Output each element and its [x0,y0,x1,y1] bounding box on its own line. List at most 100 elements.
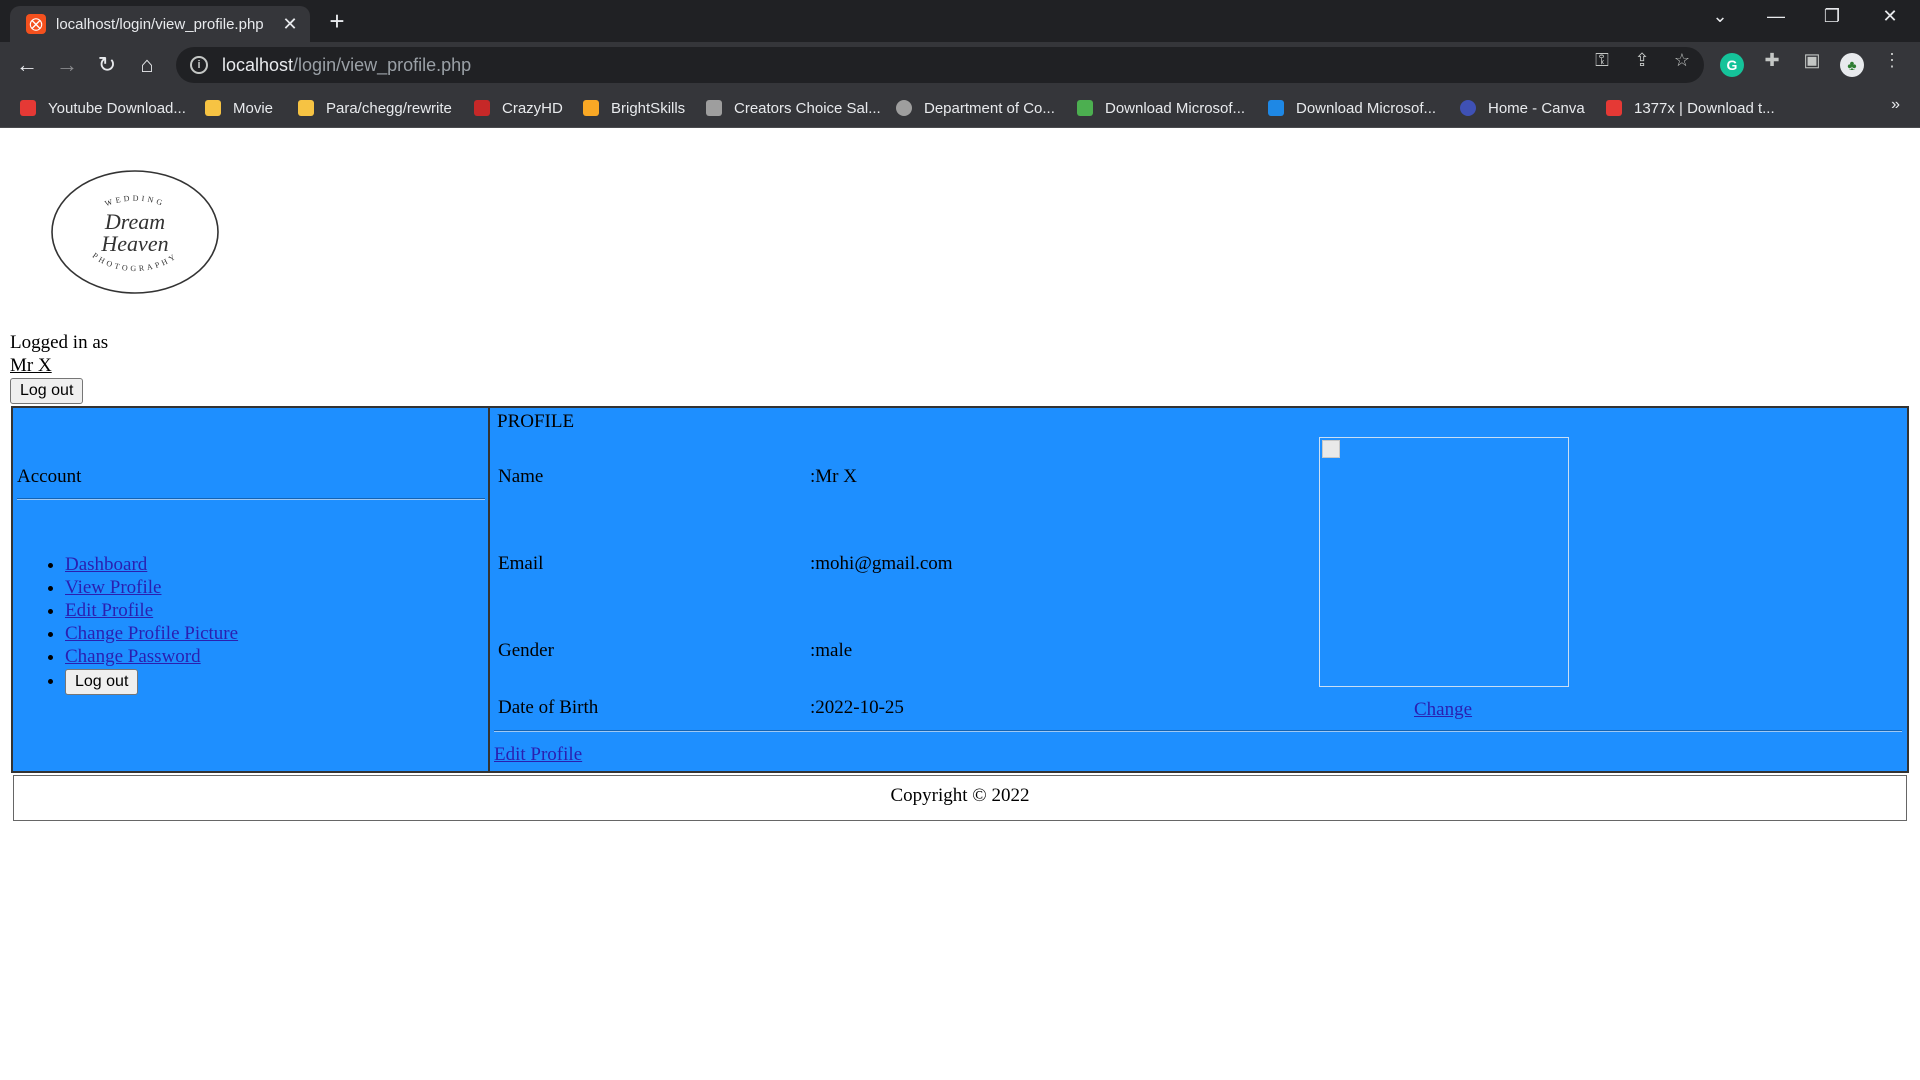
bookmark-folder[interactable]: Movie [205,96,273,120]
globe-icon [896,100,912,116]
grammarly-icon[interactable]: G [1720,53,1744,77]
edit-profile-bottom-link[interactable]: Edit Profile [494,744,582,766]
email-value: :mohi@gmail.com [810,553,953,574]
username-link[interactable]: Mr X [10,355,52,377]
profile-picture [1319,437,1569,687]
share-icon[interactable]: ⇪ [1630,50,1654,71]
bookmark-item[interactable]: Download Microsof... [1268,96,1436,120]
change-password-link[interactable]: Change Password [65,646,201,667]
change-picture-link[interactable]: Change [1414,699,1472,721]
change-profile-picture-link[interactable]: Change Profile Picture [65,623,238,644]
menu-item-dashboard: Dashboard [65,553,238,576]
microsoft-icon [1077,100,1093,116]
logo: WEDDING PHOTOGRAPHY Dream Heaven [51,170,219,294]
url-host: localhost [222,54,294,75]
url-text[interactable]: localhost/login/view_profile.php [222,55,471,76]
profile-avatar-icon[interactable]: ♣ [1840,53,1864,77]
bookmark-item[interactable]: 1377x | Download t... [1606,96,1775,120]
tab-title: localhost/login/view_profile.php [56,15,264,33]
new-tab-icon[interactable]: + [322,8,352,34]
bookmark-label: BrightSkills [611,99,686,117]
close-window-icon[interactable]: ✕ [1870,6,1910,27]
content-divider [494,730,1902,732]
view-profile-link[interactable]: View Profile [65,577,161,598]
bookmark-label: Download Microsof... [1105,99,1246,117]
name-label: Name [498,466,544,487]
page: WEDDING PHOTOGRAPHY Dream Heaven Logged … [0,129,1920,1080]
svg-text:Heaven: Heaven [100,231,168,256]
bookmark-item[interactable]: Download Microsof... [1077,96,1245,120]
sidebar-title: Account [17,466,82,487]
bookmarks-bar: Youtube Download... Movie Para/chegg/rew… [0,88,1920,128]
crazyhd-icon [474,100,490,116]
dob-value: :2022-10-25 [810,697,904,718]
star-icon[interactable]: ☆ [1670,50,1694,71]
home-icon[interactable]: ⌂ [134,52,160,78]
bookmark-label: 1377x | Download t... [1634,99,1775,117]
dashboard-link[interactable]: Dashboard [65,554,147,575]
sidebar-logout-button[interactable]: Log out [65,669,139,695]
bookmark-label: Department of Co... [924,99,1055,117]
browser-toolbar: ← → ↻ ⌂ i localhost/login/view_profile.p… [0,42,1920,88]
bookmark-page-icon [706,100,722,116]
tab-search-icon[interactable]: ⌄ [1700,6,1740,27]
folder-icon [205,100,221,116]
bookmark-item[interactable]: BrightSkills [583,96,685,120]
dob-label: Date of Birth [498,697,599,718]
kebab-menu-icon[interactable]: ⋮ [1880,50,1904,71]
minimize-icon[interactable]: — [1756,6,1796,27]
gender-value: :male [810,640,853,661]
profile-table: Account Dashboard View Profile Edit Prof… [11,406,1909,773]
key-icon[interactable]: ⚿ [1590,50,1614,71]
footer: Copyright © 2022 [13,775,1907,821]
bookmark-item[interactable]: CrazyHD [474,96,563,120]
edit-profile-link[interactable]: Edit Profile [65,600,153,621]
back-arrow-icon[interactable]: ← [14,52,40,78]
bookmark-label: CrazyHD [502,99,563,117]
email-label: Email [498,553,544,574]
bookmark-item[interactable]: Home - Canva [1460,96,1585,120]
bookmark-folder[interactable]: Para/chegg/rewrite [298,96,452,120]
bookmark-label: Creators Choice Sal... [734,99,881,117]
address-bar[interactable]: i localhost/login/view_profile.php [176,47,1704,83]
bookmark-item[interactable]: Youtube Download... [20,96,186,120]
svg-text:WEDDING: WEDDING [104,194,167,209]
bookmark-label: Home - Canva [1488,99,1585,117]
folder-icon [298,100,314,116]
bookmark-label: Download Microsof... [1296,99,1437,117]
logged-in-label: Logged in as [10,332,109,353]
url-path: /login/view_profile.php [293,54,472,75]
menu-item-logout: Log out [65,668,238,695]
bookmark-label: Movie [233,99,274,117]
copyright-text: Copyright © 2022 [890,785,1030,806]
side-panel-icon[interactable]: ▣ [1800,50,1824,71]
account-sidebar: Account Dashboard View Profile Edit Prof… [13,408,490,771]
bookmark-item[interactable]: Creators Choice Sal... [706,96,881,120]
bookmark-page-icon [1268,100,1284,116]
brightskills-icon [583,100,599,116]
profile-heading: PROFILE [497,411,575,432]
restore-icon[interactable]: ❐ [1812,6,1852,27]
close-tab-icon[interactable]: ✕ [280,14,300,35]
tab-strip: ⛒ localhost/login/view_profile.php ✕ + ⌄… [0,0,1920,42]
puzzle-icon[interactable]: ✚ [1760,50,1784,71]
xampp-favicon-icon: ⛒ [26,14,46,34]
account-menu: Dashboard View Profile Edit Profile Chan… [13,553,238,695]
bookmark-item[interactable]: Department of Co... [896,96,1055,120]
bookmark-label: Para/chegg/rewrite [326,99,452,117]
x-icon [1606,100,1622,116]
site-info-icon[interactable]: i [190,56,208,74]
menu-item-view-profile: View Profile [65,576,238,599]
menu-item-edit-profile: Edit Profile [65,599,238,622]
active-tab[interactable]: ⛒ localhost/login/view_profile.php ✕ [10,6,310,42]
sidebar-divider [17,498,485,500]
broken-image-icon [1322,440,1340,458]
menu-item-change-picture: Change Profile Picture [65,622,238,645]
forward-arrow-icon[interactable]: → [54,52,80,78]
logout-button[interactable]: Log out [10,378,84,404]
more-bookmarks-icon[interactable]: » [1891,96,1900,114]
menu-item-change-password: Change Password [65,645,238,668]
profile-content: PROFILE Name :Mr X Email :mohi@gmail.com… [492,408,1907,771]
bookmark-label: Youtube Download... [48,99,186,117]
reload-icon[interactable]: ↻ [94,52,120,78]
